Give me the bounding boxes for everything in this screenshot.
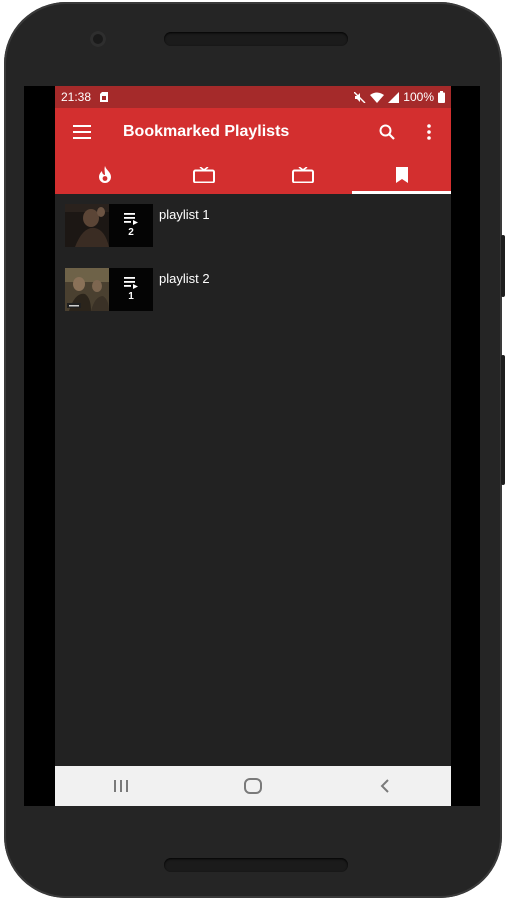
more-options-button[interactable]: [407, 108, 451, 156]
battery-icon: [438, 91, 445, 103]
playlist-list: 2 playlist 1 1 playlist 2: [55, 194, 451, 332]
thumbnail-image: [65, 204, 109, 247]
earpiece-speaker: [164, 32, 348, 46]
video-count: 1: [128, 291, 134, 302]
app-window: 21:38 100% Bookmarked Playlists 2 playli…: [55, 86, 451, 806]
menu-button[interactable]: [55, 108, 109, 156]
tv-icon: [291, 167, 314, 183]
back-button[interactable]: [355, 766, 415, 806]
more-vert-icon: [427, 124, 431, 140]
back-icon: [380, 779, 389, 793]
hamburger-menu-icon: [73, 125, 91, 139]
tv-icon: [192, 167, 215, 183]
bookmark-icon: [395, 167, 408, 183]
bottom-speaker: [164, 858, 348, 872]
list-item[interactable]: 1 playlist 2: [55, 268, 451, 332]
playlist-thumbnail: 1: [65, 268, 153, 311]
tab-channel-1[interactable]: [154, 156, 253, 194]
playlist-name: playlist 2: [159, 271, 210, 286]
toolbar: Bookmarked Playlists: [55, 108, 451, 156]
status-bar: 21:38 100%: [55, 86, 451, 108]
sim-card-icon: [100, 92, 109, 102]
volume-button: [501, 355, 505, 485]
page-title: Bookmarked Playlists: [123, 123, 290, 140]
home-button[interactable]: [223, 766, 283, 806]
mute-icon: [354, 91, 366, 103]
video-count: 2: [128, 227, 134, 238]
playlist-name: playlist 1: [159, 207, 210, 222]
playlist-count-overlay: 2: [109, 204, 153, 247]
tab-trending[interactable]: [55, 156, 154, 194]
front-camera: [90, 31, 106, 47]
tab-bar: [55, 156, 451, 194]
tab-bookmarks[interactable]: [352, 156, 451, 194]
wifi-icon: [370, 92, 385, 103]
playlist-count-overlay: 1: [109, 268, 153, 311]
search-icon: [379, 124, 395, 140]
thumbnail-image: [65, 268, 109, 311]
list-item[interactable]: 2 playlist 1: [55, 204, 451, 268]
playlist-icon: [124, 213, 138, 225]
tab-channel-2[interactable]: [253, 156, 352, 194]
home-icon: [244, 778, 262, 794]
recents-icon: [114, 780, 128, 792]
status-time: 21:38: [61, 90, 92, 104]
fire-icon: [98, 166, 111, 183]
recents-button[interactable]: [91, 766, 151, 806]
system-nav-bar: [55, 766, 451, 806]
playlist-icon: [124, 277, 138, 289]
signal-icon: [388, 91, 400, 103]
battery-percent: 100%: [403, 90, 434, 104]
search-button[interactable]: [367, 108, 407, 156]
power-button: [501, 235, 505, 297]
playlist-thumbnail: 2: [65, 204, 153, 247]
